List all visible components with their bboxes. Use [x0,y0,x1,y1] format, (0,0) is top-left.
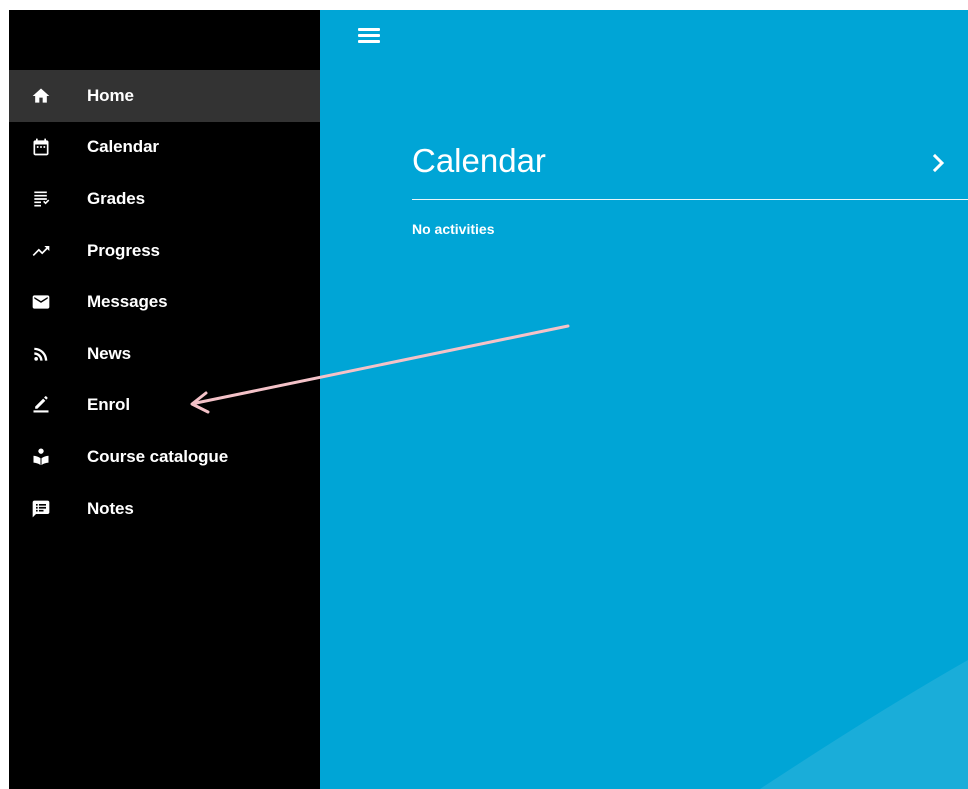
sidebar-item-calendar[interactable]: Calendar [9,122,320,174]
app-frame: Home Calendar Grades Progress Messages N… [9,10,968,789]
calendar-empty-text: No activities [412,221,495,237]
sidebar-item-label: Enrol [87,395,130,415]
sidebar-item-enrol[interactable]: Enrol [9,380,320,432]
calendar-divider [412,199,968,200]
sidebar-item-label: Notes [87,498,134,518]
sidebar-item-news[interactable]: News [9,328,320,380]
sidebar-item-progress[interactable]: Progress [9,225,320,277]
rss-icon [30,343,52,365]
sidebar-item-label: Calendar [87,137,159,157]
hamburger-menu-icon[interactable] [358,28,380,46]
sidebar-item-notes[interactable]: Notes [9,483,320,535]
sidebar-item-label: Progress [87,240,160,260]
sidebar-item-label: Home [87,85,134,105]
sidebar: Home Calendar Grades Progress Messages N… [9,10,320,789]
sidebar-item-label: Messages [87,292,168,312]
sidebar-item-label: News [87,343,132,363]
home-icon [30,85,52,107]
reader-icon [30,446,52,468]
calendar-heading: Calendar [412,142,546,179]
sidebar-item-label: Course catalogue [87,446,229,466]
trending-up-icon [30,240,52,262]
sidebar-item-course-catalogue[interactable]: Course catalogue [9,431,320,483]
chevron-right-icon[interactable] [929,151,949,175]
notes-comment-icon [30,498,52,520]
mail-icon [30,291,52,313]
sidebar-nav: Home Calendar Grades Progress Messages N… [9,70,320,534]
grades-list-icon [30,188,52,210]
calendar-icon [30,136,52,158]
sidebar-item-messages[interactable]: Messages [9,276,320,328]
sidebar-item-home[interactable]: Home [9,70,320,122]
background-decoration [760,660,968,789]
sidebar-item-label: Grades [87,188,145,208]
main-content: Calendar No activities [320,10,968,789]
pencil-icon [30,394,52,416]
sidebar-item-grades[interactable]: Grades [9,173,320,225]
